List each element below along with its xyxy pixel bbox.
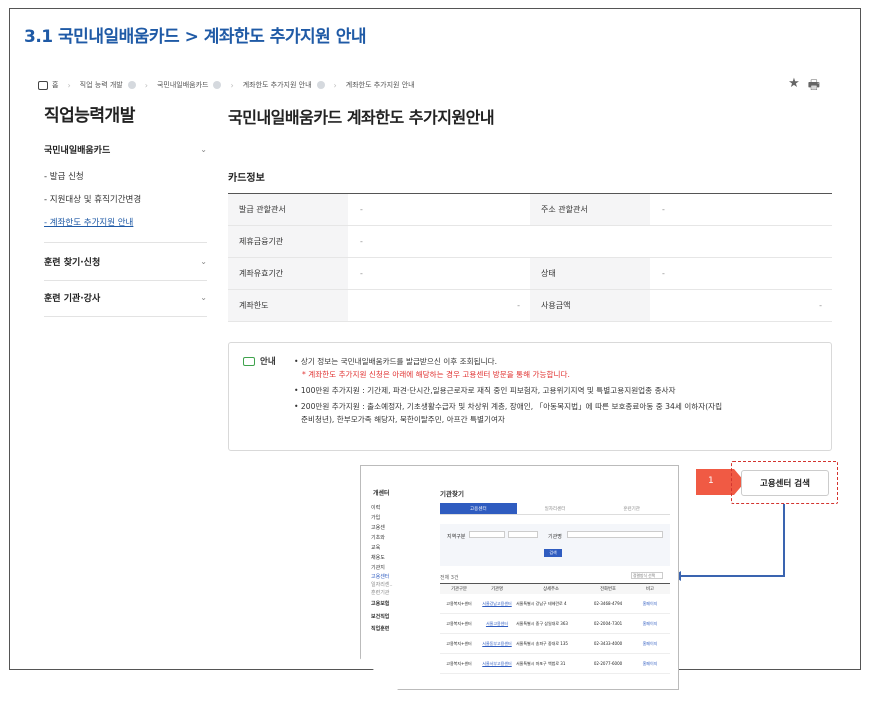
- home-icon[interactable]: [38, 80, 48, 90]
- table-row: 계좌한도 - 사용금액 -: [228, 290, 832, 322]
- shot-filter-label: 지역구분: [447, 534, 466, 540]
- chevron-down-icon: ⌄: [200, 257, 207, 266]
- employment-center-search-button[interactable]: 고용센터 검색: [741, 470, 829, 496]
- card-info-table: 발급 관할관서 - 주소 관할관서 - 제휴금융기관 - 계좌유효기간 - 상태…: [228, 193, 832, 322]
- page-title: 국민내일배움카드 계좌한도 추가지원안내: [228, 108, 495, 127]
- sidebar-group-training[interactable]: 훈련 찾기·신청 ⌄: [44, 243, 207, 280]
- dropdown-icon[interactable]: [213, 81, 222, 89]
- shot-table-header: 기관구분 기관명 상세주소 전화번호 비고: [440, 584, 670, 594]
- shot-name-input[interactable]: [567, 531, 663, 538]
- embedded-screenshot: 개센터 기관찾기 고용센터 일자리센터 훈련기관 이력 가입 고용센 기초와 교…: [360, 465, 679, 690]
- shot-region-select[interactable]: [469, 531, 505, 538]
- chevron-down-icon: ⌄: [200, 293, 207, 302]
- connector-line: [680, 575, 785, 577]
- shot-district-select[interactable]: [508, 531, 538, 538]
- shot-tabs: 고용센터 일자리센터 훈련기관: [440, 503, 670, 515]
- shot-tab: 고용센터: [440, 503, 517, 514]
- shot-count: 전체 3건: [440, 575, 459, 581]
- breadcrumb-item-4: 계좌한도 추가지원 안내: [345, 81, 415, 89]
- notice-line: 200만원 추가지원 : 출소예정자, 기초생활수급자 및 차상위 계층, 장애…: [294, 400, 821, 413]
- shot-tab: 일자리센터: [544, 506, 566, 512]
- shot-table-row: 고용복지+센터 서울강남고용센터 서울특별시 강남구 테헤란로 4 02-3468-4…: [440, 594, 670, 614]
- breadcrumb-item-3[interactable]: 계좌한도 추가지원 안내: [243, 80, 312, 90]
- dropdown-icon[interactable]: [127, 81, 136, 89]
- notice-line: 100만원 추가지원 : 기간제, 파견·단시간,일용근로자로 재직 중인 피보…: [294, 384, 821, 397]
- breadcrumb-item-1[interactable]: 직업 능력 개발: [80, 80, 123, 90]
- sidebar: 국민내일배움카드 ⌄ - 발급 신청 - 지원대상 및 휴직기간변경 - 계좌한도…: [44, 143, 207, 317]
- shot-filter-label: 기관명: [548, 534, 562, 540]
- breadcrumb-home[interactable]: 홈: [52, 80, 58, 90]
- chevron-down-icon: ⌄: [200, 145, 207, 154]
- section-title: 카드정보: [228, 173, 265, 184]
- connector-line: [783, 504, 785, 576]
- shot-table: 기관구분 기관명 상세주소 전화번호 비고 고용복지+센터 서울강남고용센터 서울특별시 강…: [440, 583, 670, 674]
- shot-sidebar: 이력 가입 고용센 기초와 교육 채용도 기관지 고용센터 일자리센.. 훈련기…: [371, 505, 393, 632]
- speech-bubble-icon: [243, 356, 255, 366]
- callout-highlight: 고용센터 검색: [731, 461, 838, 504]
- sidebar-group-institution[interactable]: 훈련 기관·강사 ⌄: [44, 281, 207, 316]
- document-title: 3.1 국민내일배움카드 > 계좌한도 추가지원 안내: [24, 27, 366, 47]
- shot-table-row: 고용복지+센터 서울고용센터 서울특별시 중구 삼일대로 363 02-2004-73…: [440, 614, 670, 634]
- sidebar-item-apply[interactable]: - 발급 신청: [44, 170, 207, 182]
- breadcrumb: 홈 › 직업 능력 개발 › 국민내일배움카드 › 계좌한도 추가지원 안내 ›…: [38, 80, 415, 90]
- shot-page-title: 기관찾기: [440, 490, 464, 498]
- sidebar-title: 직업능력개발: [44, 106, 135, 126]
- notice-warning: * 계좌한도 추가지원 신청은 아래에 해당하는 경우 고용센터 방문을 통해 …: [302, 370, 570, 379]
- notice-line: • 상기 정보는 국민내일배움카드를 발급받으신 이후 조회됩니다.: [294, 357, 498, 366]
- notice-head: 안내: [243, 355, 276, 367]
- shot-table-row: 고용복지+센터 서울동부고용센터 서울특별시 송파구 중대로 135 02-3433-…: [440, 634, 670, 654]
- shot-side-title: 개센터: [373, 490, 390, 497]
- shot-table-row: 고용복지+센터 서울서부고용센터 서울특별시 마포구 백범로 31 02-2077-6…: [440, 654, 670, 674]
- table-row: 계좌유효기간 - 상태 -: [228, 258, 832, 290]
- notice-box: 안내 • 상기 정보는 국민내일배움카드를 발급받으신 이후 조회됩니다. * …: [228, 342, 832, 451]
- sidebar-item-limit[interactable]: - 계좌한도 추가지원 안내: [44, 216, 207, 228]
- table-row: 발급 관할관서 - 주소 관할관서 -: [228, 194, 832, 226]
- sidebar-item-eligibility[interactable]: - 지원대상 및 휴직기간변경: [44, 193, 207, 205]
- print-icon[interactable]: 🖶: [808, 76, 820, 98]
- shot-search-button[interactable]: 검색: [544, 549, 562, 557]
- dropdown-icon[interactable]: [316, 81, 325, 89]
- shot-tab: 훈련기관: [623, 506, 640, 512]
- sidebar-group-card[interactable]: 국민내일배움카드 ⌄: [44, 143, 207, 156]
- table-row: 제휴금융기관 -: [228, 226, 832, 258]
- notice-line: 준비청년), 한부모가족 해당자, 북한이탈주민, 아프간 특별기여자: [301, 415, 505, 424]
- star-icon[interactable]: ★: [788, 76, 800, 98]
- page-tools: ★ 🖶: [788, 76, 820, 98]
- breadcrumb-item-2[interactable]: 국민내일배움카드: [157, 80, 209, 90]
